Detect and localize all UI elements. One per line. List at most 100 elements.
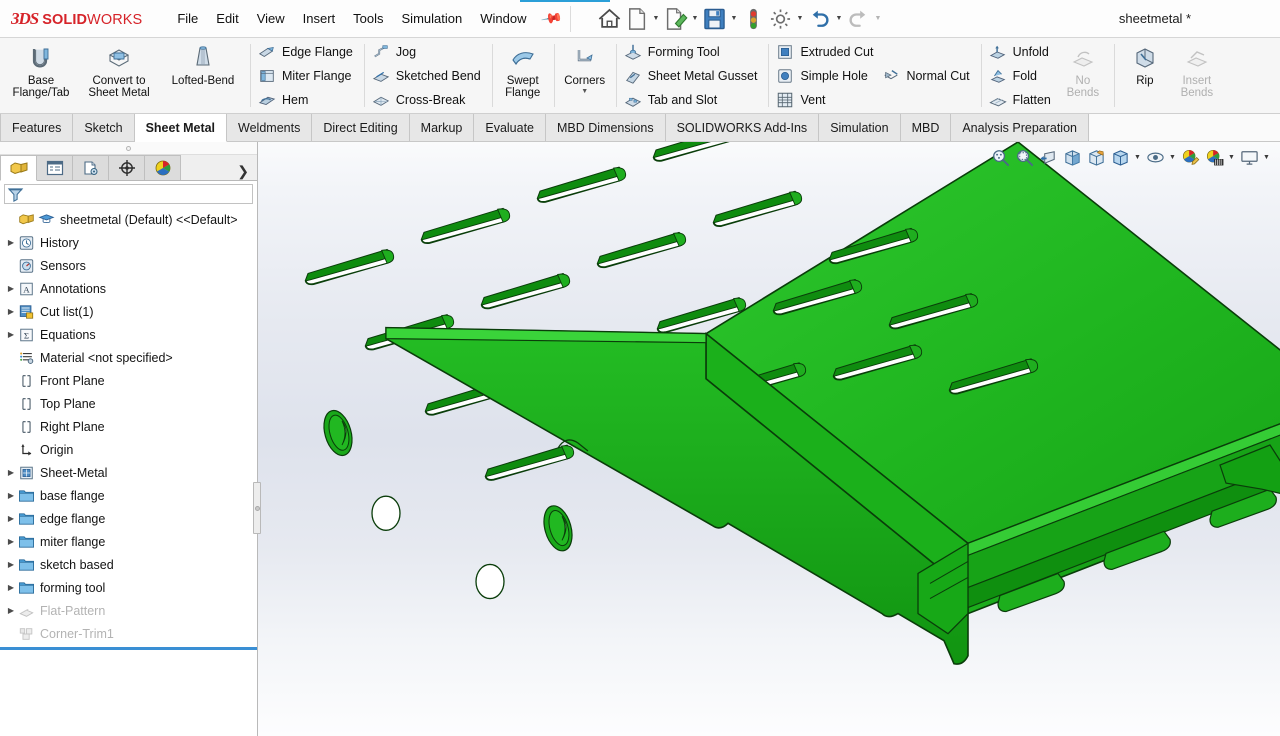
twist-icon[interactable]: ▶ (4, 468, 18, 477)
tree-item-miter-flange-folder[interactable]: ▶ miter flange (0, 530, 257, 553)
vent-button[interactable]: Vent (773, 88, 879, 112)
save-icon[interactable] (701, 5, 728, 32)
configuration-manager-tab[interactable] (72, 155, 109, 180)
swept-flange-button[interactable]: Swept Flange (497, 40, 549, 112)
tab-direct-editing[interactable]: Direct Editing (312, 114, 410, 141)
property-manager-tab[interactable] (36, 155, 73, 180)
tree-item-history[interactable]: ▶ History (0, 231, 257, 254)
view-settings-icon[interactable] (1237, 145, 1261, 169)
forming-tool-button[interactable]: Forming Tool (621, 40, 764, 64)
tree-item-sensors[interactable]: Sensors (0, 254, 257, 277)
fold-button[interactable]: Fold (986, 64, 1057, 88)
home-icon[interactable] (596, 5, 623, 32)
twist-icon[interactable]: ▶ (4, 491, 18, 500)
options-caret-icon[interactable]: ▼ (794, 6, 806, 32)
panel-splitter[interactable] (253, 142, 261, 736)
redo-icon[interactable] (845, 5, 872, 32)
edit-appearance-icon[interactable] (1178, 145, 1202, 169)
menu-edit[interactable]: Edit (207, 7, 247, 30)
tree-item-right-plane[interactable]: Right Plane (0, 415, 257, 438)
display-style-caret-icon[interactable]: ▼ (1132, 145, 1143, 169)
tree-item-origin[interactable]: Origin (0, 438, 257, 461)
new-document-icon[interactable] (623, 5, 650, 32)
panel-grip-handle[interactable] (0, 142, 257, 155)
edge-flange-button[interactable]: Edge Flange (255, 40, 359, 64)
feature-filter-box[interactable] (4, 184, 253, 204)
rip-button[interactable]: Rip (1119, 40, 1171, 112)
sheet-metal-gusset-button[interactable]: Sheet Metal Gusset (621, 64, 764, 88)
tab-weldments[interactable]: Weldments (227, 114, 313, 141)
no-bends-button[interactable]: No Bends (1057, 40, 1109, 112)
zoom-to-area-icon[interactable] (1012, 145, 1036, 169)
tree-item-flat-pattern[interactable]: ▶ Flat-Pattern (0, 599, 257, 622)
convert-to-sheet-metal-button[interactable]: Convert to Sheet Metal (77, 40, 161, 112)
undo-caret-icon[interactable]: ▼ (833, 6, 845, 32)
zoom-to-fit-icon[interactable] (988, 145, 1012, 169)
apply-scene-caret-icon[interactable]: ▼ (1226, 145, 1237, 169)
unfold-button[interactable]: Unfold (986, 40, 1057, 64)
tab-sketch[interactable]: Sketch (73, 114, 135, 141)
redo-caret-icon[interactable]: ▼ (872, 6, 884, 32)
extruded-cut-button[interactable]: Extruded Cut (773, 40, 879, 64)
twist-icon[interactable]: ▶ (4, 583, 18, 592)
tab-mbd-dimensions[interactable]: MBD Dimensions (546, 114, 666, 141)
twist-icon[interactable]: ▶ (4, 560, 18, 569)
hem-button[interactable]: Hem (255, 88, 359, 112)
menu-file[interactable]: File (168, 7, 207, 30)
tab-sheet-metal[interactable]: Sheet Metal (134, 114, 228, 142)
graphics-area[interactable]: ▼ ▼ ▼ ▼ (258, 142, 1280, 736)
tab-evaluate[interactable]: Evaluate (474, 114, 547, 141)
new-document-caret-icon[interactable]: ▼ (650, 6, 662, 32)
tree-item-top-plane[interactable]: Top Plane (0, 392, 257, 415)
feature-tree-tab[interactable] (0, 155, 37, 181)
tree-item-corner-trim[interactable]: Corner-Trim1 (0, 622, 257, 645)
twist-icon[interactable]: ▶ (4, 307, 18, 316)
sheet-metal-part-model[interactable] (258, 142, 1280, 736)
section-view-icon[interactable] (1060, 145, 1084, 169)
save-caret-icon[interactable]: ▼ (728, 6, 740, 32)
twist-icon[interactable]: ▶ (4, 606, 18, 615)
tree-item-material[interactable]: Material <not specified> (0, 346, 257, 369)
corners-caret-icon[interactable]: ▼ (581, 88, 588, 95)
tree-item-sheet-metal[interactable]: ▶ Sheet-Metal (0, 461, 257, 484)
panel-splitter-knob[interactable] (253, 482, 261, 534)
tab-solidworks-add-ins[interactable]: SOLIDWORKS Add-Ins (665, 114, 820, 141)
open-document-icon[interactable] (662, 5, 689, 32)
base-flange-tab-button[interactable]: Base Flange/Tab (5, 40, 77, 112)
menu-window[interactable]: Window (471, 7, 535, 30)
flatten-button[interactable]: Flatten (986, 88, 1057, 112)
tree-item-base-flange-folder[interactable]: ▶ base flange (0, 484, 257, 507)
tab-and-slot-button[interactable]: Tab and Slot (621, 88, 764, 112)
corners-button[interactable]: Corners ▼ (559, 40, 611, 112)
hide-show-items-caret-icon[interactable]: ▼ (1167, 145, 1178, 169)
twist-icon[interactable]: ▶ (4, 514, 18, 523)
tree-item-sketch-based-folder[interactable]: ▶ sketch based (0, 553, 257, 576)
pin-icon[interactable]: 📌 (540, 7, 564, 31)
hide-show-items-icon[interactable] (1143, 145, 1167, 169)
tree-item-annotations[interactable]: ▶ A Annotations (0, 277, 257, 300)
feature-tree[interactable]: sheetmetal (Default) <<Default> ▶ Histor… (0, 206, 257, 736)
options-gear-icon[interactable] (767, 5, 794, 32)
tab-markup[interactable]: Markup (409, 114, 475, 141)
feature-filter-input[interactable] (24, 187, 252, 201)
simple-hole-button[interactable]: Simple Hole (773, 64, 879, 88)
tree-item-root[interactable]: sheetmetal (Default) <<Default> (0, 208, 257, 231)
tree-item-edge-flange-folder[interactable]: ▶ edge flange (0, 507, 257, 530)
tab-features[interactable]: Features (0, 114, 74, 141)
menu-tools[interactable]: Tools (344, 7, 392, 30)
tab-analysis-preparation[interactable]: Analysis Preparation (951, 114, 1089, 141)
lofted-bend-button[interactable]: Lofted-Bend (161, 40, 245, 112)
tab-simulation[interactable]: Simulation (819, 114, 901, 141)
jog-button[interactable]: Jog (369, 40, 487, 64)
rebuild-icon[interactable] (740, 5, 767, 32)
insert-bends-button[interactable]: Insert Bends (1171, 40, 1223, 112)
menu-simulation[interactable]: Simulation (393, 7, 472, 30)
tree-item-equations[interactable]: ▶ Σ Equations (0, 323, 257, 346)
normal-cut-button[interactable]: Normal Cut (879, 64, 975, 88)
open-document-caret-icon[interactable]: ▼ (689, 6, 701, 32)
tree-item-forming-tool-folder[interactable]: ▶ forming tool (0, 576, 257, 599)
rollback-bar[interactable] (0, 647, 257, 650)
twist-icon[interactable]: ▶ (4, 284, 18, 293)
tree-item-cut-list[interactable]: ▶ Cut list(1) (0, 300, 257, 323)
twist-icon[interactable]: ▶ (4, 330, 18, 339)
